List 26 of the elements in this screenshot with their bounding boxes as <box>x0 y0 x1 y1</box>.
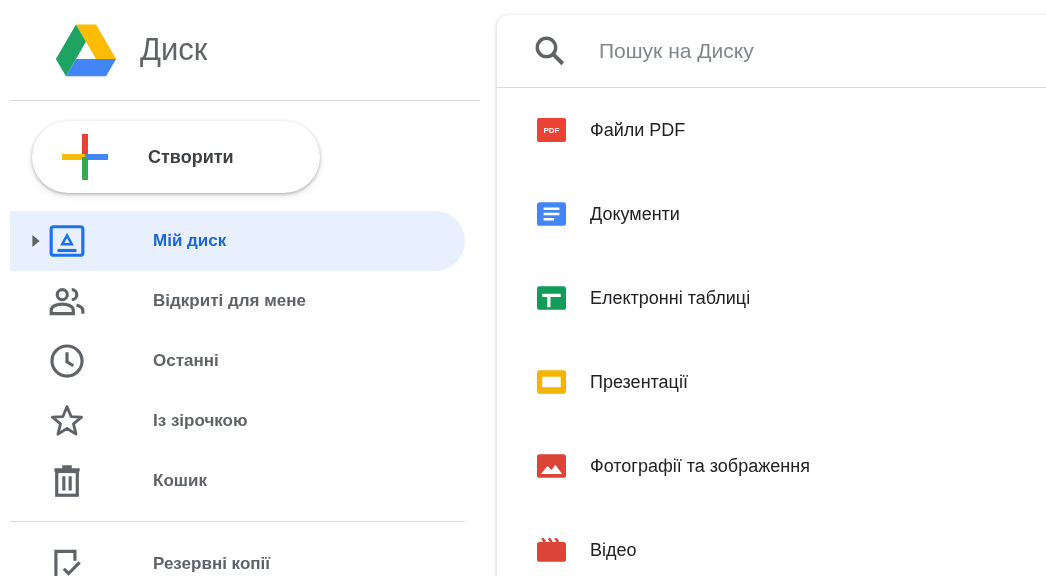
file-type-option[interactable]: PDF Файли PDF <box>497 88 1046 172</box>
file-type-option[interactable]: Електронні таблиці <box>497 256 1046 340</box>
file-type-option[interactable]: Фотографії та зображення <box>497 424 1046 508</box>
file-type-option[interactable]: Презентації <box>497 340 1046 424</box>
sheet-icon <box>537 286 566 310</box>
video-icon <box>537 538 566 562</box>
file-type-option[interactable]: Документи <box>497 172 1046 256</box>
nav-item[interactable]: Кошик <box>10 451 465 511</box>
search-field[interactable]: Пошук на Диску <box>597 38 961 64</box>
nav-item[interactable]: Останні <box>10 331 465 391</box>
pdf-icon: PDF <box>537 118 566 142</box>
app-title: Диск <box>140 32 208 68</box>
nav-item[interactable]: Резервні копії <box>10 551 465 576</box>
nav-item[interactable]: Мій диск <box>10 211 465 271</box>
expand-arrow-icon[interactable] <box>32 235 40 247</box>
plus-icon <box>62 134 108 180</box>
create-button[interactable]: Створити <box>32 121 320 193</box>
nav-item[interactable]: Із зірочкою <box>10 391 465 451</box>
nav-item[interactable]: Відкриті для мене <box>10 271 465 331</box>
clock-icon <box>48 342 86 380</box>
slides-icon <box>537 370 566 394</box>
doc-icon <box>537 202 566 226</box>
file-type-option[interactable]: Відео <box>497 508 1046 576</box>
drive-icon <box>48 222 86 260</box>
search-icon <box>533 34 567 68</box>
image-icon <box>537 454 566 478</box>
